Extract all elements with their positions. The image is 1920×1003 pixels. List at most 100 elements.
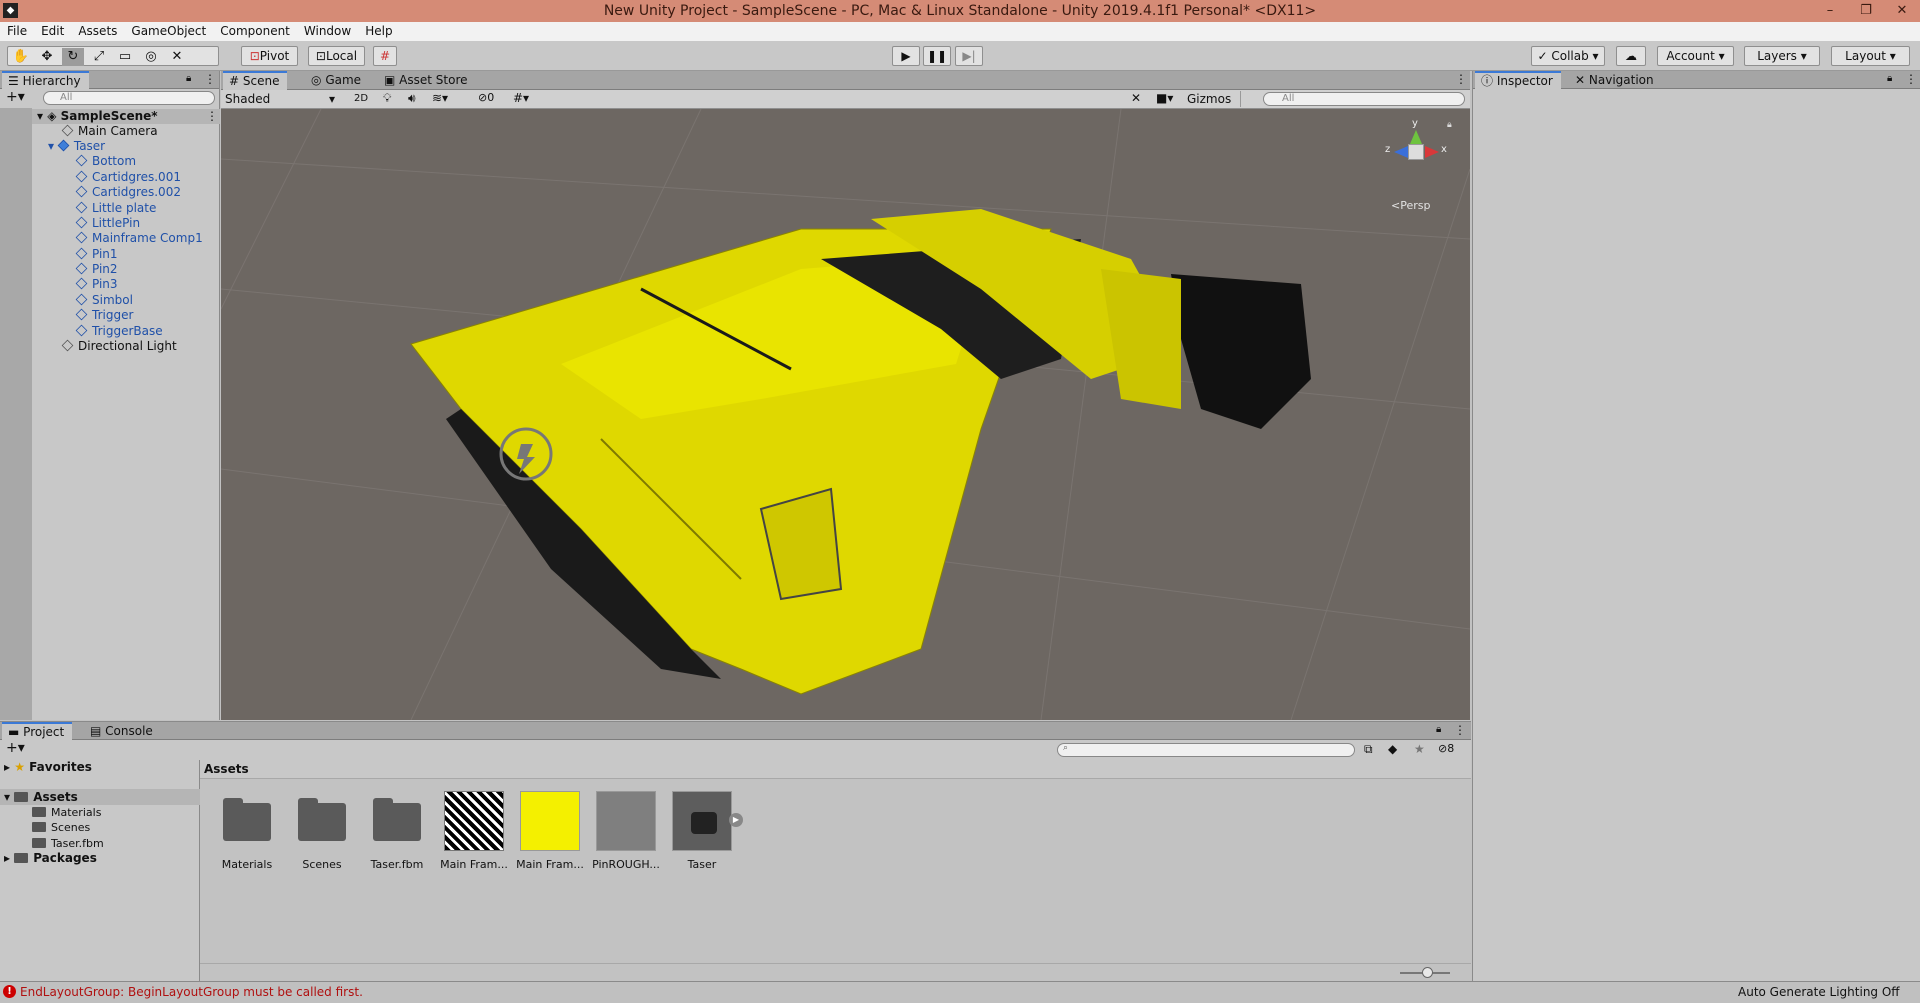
step-button[interactable]: ▶| — [955, 46, 983, 66]
asset-tile[interactable]: Main Fram... — [515, 791, 585, 871]
play-button[interactable]: ▶ — [892, 46, 920, 66]
hierarchy-item[interactable]: Simbol — [75, 293, 133, 308]
restore-button[interactable]: ❐ — [1848, 1, 1884, 21]
minimize-button[interactable]: – — [1812, 1, 1848, 21]
tab-navigation[interactable]: ✕ Navigation — [1569, 71, 1662, 90]
hierarchy-item[interactable]: Pin1 — [75, 247, 118, 262]
breadcrumb-assets[interactable]: Assets — [204, 762, 249, 776]
project-lock-icon[interactable]: 🔒︎ — [1436, 724, 1441, 735]
hierarchy-item[interactable]: Directional Light — [61, 339, 177, 354]
hierarchy-item[interactable]: LittlePin — [75, 216, 140, 231]
rect-tool-icon[interactable]: ▭ — [114, 48, 136, 66]
gizmo-lock-icon[interactable]: 🔒︎ — [1447, 120, 1452, 130]
scene-menu-icon[interactable]: ⋮ — [1455, 72, 1467, 86]
gizmo-y-cone[interactable] — [1410, 130, 1422, 144]
inspector-lock-icon[interactable]: 🔒︎ — [1887, 73, 1892, 84]
asset-tile[interactable]: Taser ▶ — [667, 791, 743, 871]
menu-file[interactable]: File — [0, 22, 34, 41]
hierarchy-item[interactable]: Little plate — [75, 201, 156, 216]
tab-game[interactable]: ◎ Game — [305, 71, 369, 90]
local-button[interactable]: ⊡Local — [308, 46, 365, 66]
expand-arrow-icon[interactable]: ▶ — [729, 813, 743, 827]
zoom-slider-thumb[interactable] — [1422, 967, 1433, 978]
menu-assets[interactable]: Assets — [71, 22, 124, 41]
hierarchy-item[interactable]: Pin3 — [75, 277, 118, 292]
favorite-star-icon[interactable]: ★ — [1414, 742, 1425, 756]
menu-help[interactable]: Help — [358, 22, 399, 41]
grid-snap-button[interactable]: # — [373, 46, 397, 66]
hierarchy-item[interactable]: Cartidgres.002 — [75, 185, 181, 200]
move-tool-icon[interactable]: ✥ — [36, 48, 58, 66]
scene-viewport[interactable]: y x z 🔒︎ <Persp — [221, 109, 1470, 720]
hand-tool-icon[interactable]: ✋ — [10, 48, 32, 66]
menu-window[interactable]: Window — [297, 22, 358, 41]
hierarchy-item-taser[interactable]: ▾ Taser — [48, 139, 105, 154]
tab-scene[interactable]: # Scene — [223, 71, 288, 90]
scene-menu-icon[interactable]: ⋮ — [206, 109, 218, 123]
pivot-button[interactable]: ⊡Pivot — [241, 46, 298, 66]
project-search-input[interactable]: ⌕ — [1057, 743, 1355, 757]
projection-label[interactable]: <Persp — [1391, 199, 1430, 212]
orientation-gizmo[interactable]: y x z 🔒︎ — [1381, 118, 1452, 184]
project-menu-icon[interactable]: ⋮ — [1454, 723, 1466, 737]
project-create-icon[interactable]: +▾ — [6, 740, 25, 756]
tab-asset-store[interactable]: ▣ Asset Store — [378, 71, 476, 90]
collab-dropdown[interactable]: ✓ Collab ▾ — [1531, 46, 1605, 66]
filter-by-label-icon[interactable]: ◆ — [1388, 742, 1397, 756]
shading-mode-dropdown[interactable]: Shaded ▾ — [223, 91, 341, 107]
hierarchy-item[interactable]: Cartidgres.001 — [75, 170, 181, 185]
hierarchy-item[interactable]: Pin2 — [75, 262, 118, 277]
scene-root[interactable]: ▾ ◈ SampleScene* — [37, 109, 158, 124]
gizmo-z-cone[interactable] — [1394, 146, 1408, 158]
taser-model[interactable] — [410, 209, 1311, 695]
asset-tile[interactable]: Scenes — [287, 791, 357, 871]
layers-dropdown[interactable]: Layers ▾ — [1744, 46, 1820, 66]
camera-icon[interactable]: ■▾ — [1156, 91, 1173, 105]
hierarchy-item[interactable]: Bottom — [75, 154, 136, 169]
tree-assets[interactable]: ▾ Assets — [4, 790, 78, 805]
pause-button[interactable]: ❚❚ — [923, 46, 951, 66]
asset-tile[interactable]: Taser.fbm — [362, 791, 432, 871]
tab-inspector[interactable]: ⓘ Inspector — [1475, 71, 1561, 90]
inspector-menu-icon[interactable]: ⋮ — [1905, 72, 1917, 86]
tree-favorites[interactable]: ▸ ★ Favorites — [4, 760, 92, 775]
tree-materials[interactable]: Materials — [32, 805, 101, 820]
tree-scenes[interactable]: Scenes — [32, 820, 90, 835]
tab-project[interactable]: ▬ Project — [2, 722, 73, 741]
kebab-menu-icon[interactable]: ⋮ — [204, 72, 216, 86]
asset-tile[interactable]: Materials — [212, 791, 282, 871]
hierarchy-item[interactable]: TriggerBase — [75, 324, 163, 339]
tools-icon[interactable]: ✕ — [1131, 91, 1141, 105]
asset-tile[interactable]: Main Fram... — [439, 791, 509, 871]
hidden-packages-toggle[interactable]: ⊘8 — [1438, 742, 1454, 755]
tab-console[interactable]: ▤ Console — [84, 722, 161, 741]
status-error-message[interactable]: EndLayoutGroup: BeginLayoutGroup must be… — [20, 985, 363, 999]
scene-search-input[interactable]: All — [1263, 92, 1465, 106]
hierarchy-item[interactable]: Mainframe Comp1 — [75, 231, 203, 246]
2d-toggle[interactable]: 2D — [349, 91, 373, 107]
hidden-objects-toggle[interactable]: ⊘0 — [478, 91, 494, 104]
transform-tool-icon[interactable]: ◎ — [140, 48, 162, 66]
gizmo-x-cone[interactable] — [1425, 146, 1439, 158]
asset-tile[interactable]: PinROUGH... — [591, 791, 661, 871]
tree-taser-fbm[interactable]: Taser.fbm — [32, 836, 104, 851]
filter-by-type-icon[interactable]: ⧉ — [1364, 742, 1373, 757]
menu-edit[interactable]: Edit — [34, 22, 71, 41]
hierarchy-item[interactable]: Trigger — [75, 308, 133, 323]
lock-icon[interactable]: 🔒︎ — [186, 73, 191, 84]
custom-tool-icon[interactable]: ✕ — [166, 48, 188, 66]
rotate-tool-icon[interactable]: ↻ — [62, 48, 84, 66]
gizmos-dropdown[interactable]: Gizmos ▾ — [1187, 91, 1241, 122]
tab-hierarchy[interactable]: ☰ Hierarchy — [2, 71, 89, 90]
audio-toggle-icon[interactable]: 🔊︎ — [408, 91, 416, 106]
gizmo-center-cube[interactable] — [1408, 144, 1424, 160]
close-button[interactable]: ✕ — [1884, 1, 1920, 21]
account-dropdown[interactable]: Account ▾ — [1657, 46, 1734, 66]
grid-toggle-icon[interactable]: #▾ — [513, 91, 529, 105]
cloud-button[interactable]: ☁ — [1616, 46, 1646, 66]
lighting-toggle-icon[interactable]: 💡︎ — [383, 91, 391, 106]
layout-dropdown[interactable]: Layout ▾ — [1831, 46, 1910, 66]
lighting-status[interactable]: Auto Generate Lighting Off — [1738, 985, 1900, 999]
scale-tool-icon[interactable]: ⤢ — [88, 48, 110, 66]
menu-gameobject[interactable]: GameObject — [124, 22, 213, 41]
